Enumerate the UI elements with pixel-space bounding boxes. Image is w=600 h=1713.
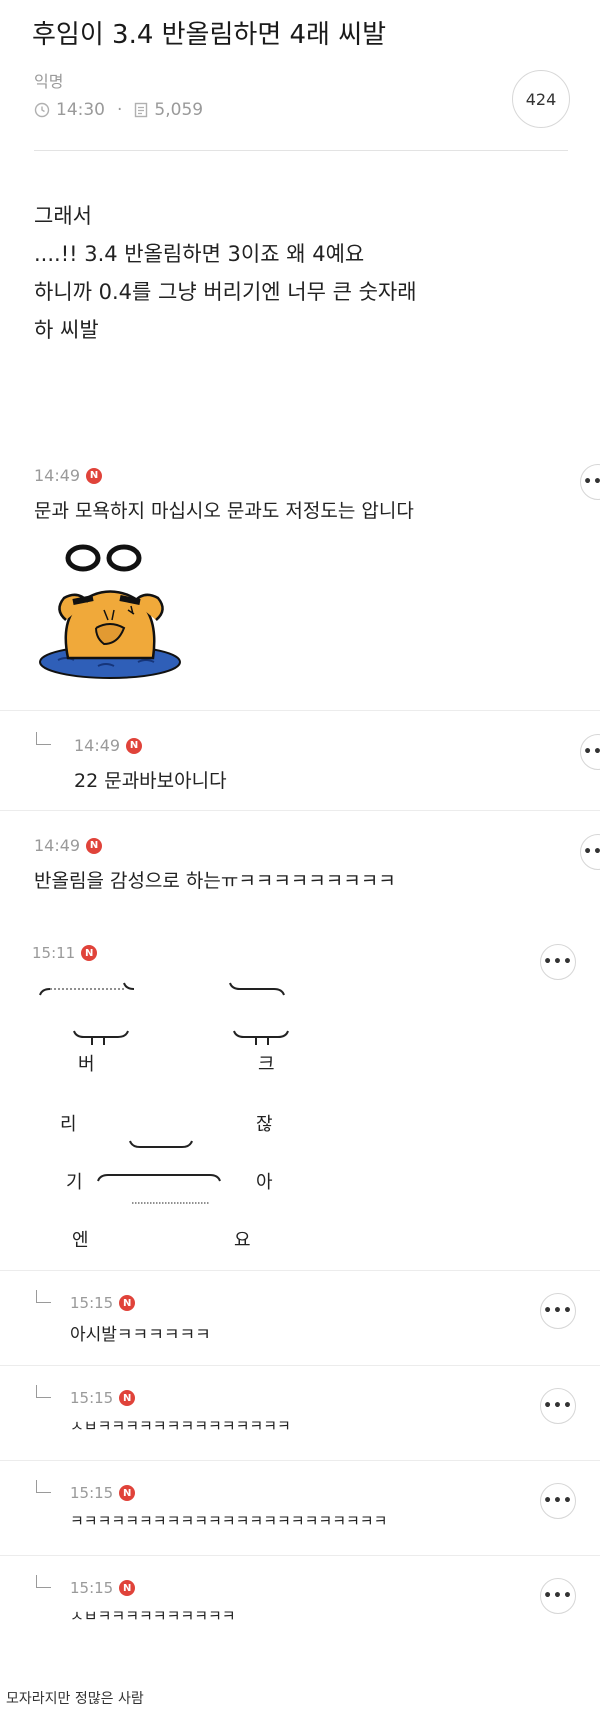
post-body-line: 하니까 0.4를 그냥 버리기엔 너무 큰 숫자래 xyxy=(34,280,417,304)
comment-time-text: 14:49 xyxy=(34,836,81,855)
art-char: 잖 xyxy=(256,1114,273,1135)
reply-arrow-icon xyxy=(36,1575,51,1588)
more-icon[interactable]: ••• xyxy=(580,834,600,870)
comment-separator xyxy=(0,1270,600,1271)
comment-time: 14:49 N xyxy=(34,466,103,485)
more-label: ••• xyxy=(543,1398,573,1414)
comment-separator xyxy=(0,1460,600,1461)
new-badge: N xyxy=(86,837,103,854)
more-icon[interactable]: ••• xyxy=(580,464,600,500)
comment-text: ㅅㅂㅋㅋㅋㅋㅋㅋㅋㅋㅋㅋ xyxy=(70,1607,236,1625)
reply-arrow-icon xyxy=(36,1290,51,1303)
new-badge: N xyxy=(86,467,103,484)
comment-time-text: 15:11 xyxy=(32,944,76,962)
comment-time: 14:49 N xyxy=(34,836,103,855)
document-icon xyxy=(135,102,148,118)
comment-text: 아시발ㅋㅋㅋㅋㅋㅋ xyxy=(70,1325,211,1345)
comment-text: ㅋㅋㅋㅋㅋㅋㅋㅋㅋㅋㅋㅋㅋㅋㅋㅋㅋㅋㅋㅋㅋㅋㅋ xyxy=(70,1512,388,1530)
more-label: ••• xyxy=(543,1588,573,1604)
comment-time-text: 14:49 xyxy=(34,466,81,485)
image-caption: 모자라지만 정많은 사람 xyxy=(6,1691,144,1707)
comment-text: 반올림을 감성으로 하는ㅠㅋㅋㅋㅋㅋㅋㅋㅋㅋ xyxy=(34,870,396,892)
comment-count-button[interactable]: 424 xyxy=(512,70,570,128)
more-icon[interactable]: ••• xyxy=(540,1483,576,1519)
post-author: 익명 xyxy=(34,72,64,91)
art-char: 버 xyxy=(78,1054,95,1075)
meta-separator: · xyxy=(117,100,123,120)
reply-arrow-icon xyxy=(36,1480,51,1493)
art-char: 아 xyxy=(256,1172,273,1193)
new-badge: N xyxy=(126,737,143,754)
comment-time: 15:11 N xyxy=(32,944,98,962)
clock-icon xyxy=(34,102,50,118)
comment-text: ㅅㅂㅋㅋㅋㅋㅋㅋㅋㅋㅋㅋㅋㅋㅋㅋ xyxy=(70,1417,291,1435)
comment-time-text: 15:15 xyxy=(70,1579,114,1597)
more-icon[interactable]: ••• xyxy=(540,1293,576,1329)
new-badge: N xyxy=(119,1580,136,1596)
post-views: 5,059 xyxy=(154,100,204,120)
more-icon[interactable]: ••• xyxy=(580,734,600,770)
more-label: ••• xyxy=(583,744,600,760)
header-divider xyxy=(34,150,568,151)
more-icon[interactable]: ••• xyxy=(540,1388,576,1424)
comment-time: 15:15 N xyxy=(70,1294,136,1312)
new-badge: N xyxy=(119,1390,136,1406)
more-label: ••• xyxy=(543,954,573,970)
comment-text: 22 문과바보아니다 xyxy=(74,770,227,792)
more-label: ••• xyxy=(583,474,600,490)
new-badge: N xyxy=(119,1295,136,1311)
more-icon[interactable]: ••• xyxy=(540,1578,576,1614)
art-char: 요 xyxy=(234,1230,251,1251)
comment-time: 14:49 N xyxy=(74,736,143,755)
comment-time-text: 15:15 xyxy=(70,1389,114,1407)
comment-separator xyxy=(0,1555,600,1556)
reply-arrow-icon xyxy=(36,732,51,745)
post-time: 14:30 xyxy=(56,100,105,120)
art-char: 크 xyxy=(258,1054,275,1075)
post-title: 후임이 3.4 반올림하면 4래 씨발 xyxy=(32,20,387,50)
post-meta: 14:30 · 5,059 xyxy=(34,100,203,120)
comment-text: 문과 모욕하지 마십시오 문과도 저정도는 압니다 xyxy=(34,500,414,522)
more-label: ••• xyxy=(583,844,600,860)
comment-time-text: 15:15 xyxy=(70,1294,114,1312)
comment-time-text: 14:49 xyxy=(74,736,121,755)
comment-separator xyxy=(0,810,600,811)
post-body-line: ....!! 3.4 반올림하면 3이죠 왜 4예요 xyxy=(34,242,365,266)
comment-separator xyxy=(0,1365,600,1366)
more-label: ••• xyxy=(543,1303,573,1319)
more-label: ••• xyxy=(543,1493,573,1509)
comment-separator xyxy=(0,710,600,711)
frog-sticker xyxy=(39,544,181,679)
reply-arrow-icon xyxy=(36,1385,51,1398)
new-badge: N xyxy=(119,1485,136,1501)
post-body-line: 그래서 xyxy=(34,204,92,228)
comment-time: 15:15 N xyxy=(70,1484,136,1502)
more-icon[interactable]: ••• xyxy=(540,944,576,980)
comment-time: 15:15 N xyxy=(70,1389,136,1407)
new-badge: N xyxy=(81,945,98,961)
art-char: 리 xyxy=(60,1114,77,1135)
art-char: 기 xyxy=(66,1172,83,1193)
comment-time-text: 15:15 xyxy=(70,1484,114,1502)
art-char: 엔 xyxy=(72,1230,89,1251)
post-body-line: 하 씨발 xyxy=(34,318,99,342)
comment-time: 15:15 N xyxy=(70,1579,136,1597)
